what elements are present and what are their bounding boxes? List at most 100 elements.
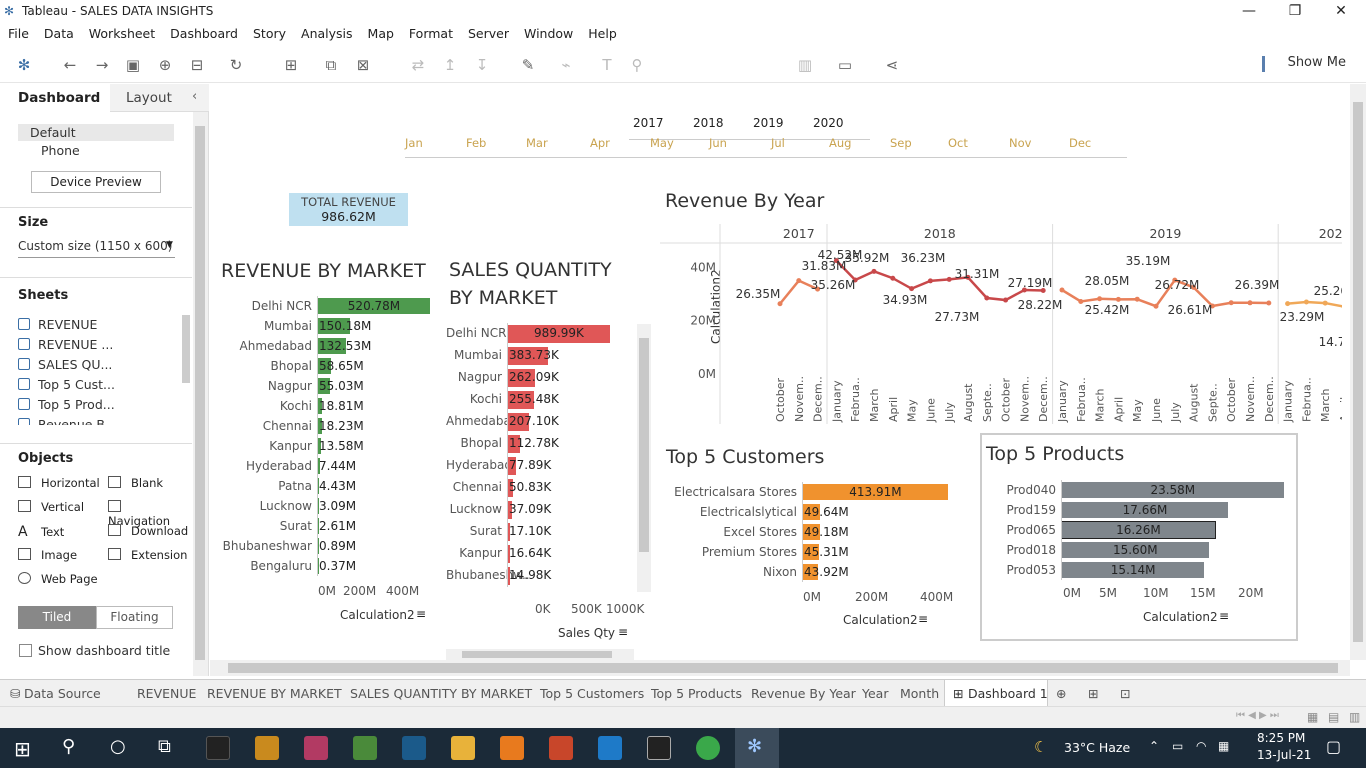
data-point[interactable] (1341, 304, 1347, 310)
tab-nav-icons[interactable]: ⏮ ◀ ▶ ⏭ (1236, 710, 1279, 721)
month-filter-item[interactable]: Jun (709, 136, 727, 150)
new-worksheet-icon[interactable]: ⊞ (281, 55, 301, 75)
sort-icon[interactable]: ≡ (918, 612, 928, 626)
month-filter-item[interactable]: Dec (1069, 136, 1091, 150)
device-default[interactable]: Default (30, 125, 76, 140)
show-cards-icon[interactable]: ▥ (795, 55, 815, 75)
month-filter-item[interactable]: Aug (829, 136, 851, 150)
task-view-icon[interactable]: ⧉ (158, 736, 171, 757)
data-point[interactable] (1134, 296, 1140, 302)
collapse-pane-icon[interactable]: ‹ (192, 89, 197, 104)
close-icon[interactable]: ✕ (1318, 0, 1364, 22)
tableau-home-icon[interactable]: ✻ (14, 55, 34, 75)
dashboard-vscroll[interactable] (1350, 84, 1366, 660)
data-point[interactable] (946, 276, 952, 282)
data-point[interactable] (1228, 300, 1234, 306)
data-point[interactable] (1285, 301, 1291, 307)
tableau-taskbar-icon[interactable]: ✻ (747, 736, 762, 757)
sheet-item[interactable]: REVENUE (18, 317, 183, 337)
tab-revenue[interactable]: REVENUE (137, 686, 196, 701)
object-vertical[interactable]: Vertical (18, 500, 84, 514)
new-data-source-icon[interactable]: ⊕ (155, 55, 175, 75)
month-filter-item[interactable]: Jan (405, 136, 423, 150)
sheet-sorter-icon[interactable]: ▦ (1307, 710, 1318, 724)
chrome-icon[interactable] (696, 736, 720, 760)
tab-sales-quantity-by-market[interactable]: SALES QUANTITY BY MARKET (350, 686, 532, 701)
tab-year[interactable]: Year (862, 686, 888, 701)
tab-revenue-by-year[interactable]: Revenue By Year (751, 686, 856, 701)
data-point[interactable] (777, 301, 783, 307)
data-point[interactable] (927, 278, 933, 284)
month-filter-item[interactable]: Mar (526, 136, 548, 150)
data-point[interactable] (1115, 296, 1121, 302)
year-filter-item[interactable]: 2019 (753, 116, 784, 130)
device-phone[interactable]: Phone (41, 143, 80, 158)
aw-icon[interactable] (647, 736, 671, 760)
battery-icon[interactable]: ▭ (1172, 739, 1183, 753)
data-point[interactable] (909, 286, 915, 292)
keyboard-icon[interactable]: ▦ (1218, 739, 1229, 753)
menu-file[interactable]: File (8, 23, 29, 41)
menu-analysis[interactable]: Analysis (301, 23, 353, 41)
steam-icon[interactable] (402, 736, 426, 760)
object-web-page[interactable]: Web Page (18, 572, 98, 586)
menu-dashboard[interactable]: Dashboard (170, 23, 238, 41)
file-explorer-icon[interactable] (451, 736, 475, 760)
data-point[interactable] (1078, 298, 1084, 304)
presentation-mode-icon[interactable]: ▭ (835, 55, 855, 75)
restore-icon[interactable]: ❐ (1272, 0, 1318, 22)
notifications-icon[interactable]: ▢ (1326, 737, 1341, 756)
powerpoint-icon[interactable] (549, 736, 573, 760)
windows-start-icon[interactable]: ⊞ (14, 737, 31, 761)
search-icon[interactable]: ⚲ (62, 736, 75, 757)
month-filter-item[interactable]: Feb (466, 136, 486, 150)
tab-dashboard[interactable]: Dashboard (18, 90, 100, 106)
highlight-icon[interactable]: ✎ (518, 55, 538, 75)
data-point[interactable] (890, 275, 896, 281)
data-point[interactable] (1153, 303, 1159, 309)
data-point[interactable] (1059, 287, 1065, 293)
tab-top-5-products[interactable]: Top 5 Products (651, 686, 742, 701)
tabs-view-icon[interactable]: ▥ (1349, 710, 1360, 724)
left-pane-scrollbar[interactable] (193, 112, 208, 676)
month-filter-item[interactable]: Jul (771, 136, 785, 150)
tray-chevron-icon[interactable]: ⌃ (1149, 739, 1159, 753)
tiled-button[interactable]: Tiled (18, 606, 96, 629)
menu-worksheet[interactable]: Worksheet (89, 23, 155, 41)
year-filter-item[interactable]: 2017 (633, 116, 664, 130)
menu-format[interactable]: Format (409, 23, 453, 41)
tab-data-source[interactable]: Data Source (24, 686, 101, 701)
sort-ascending-icon[interactable]: ↥ (440, 55, 460, 75)
valorant-icon[interactable] (304, 736, 328, 760)
dashboard-hscroll[interactable] (210, 660, 1350, 676)
month-filter-item[interactable]: Apr (590, 136, 610, 150)
sheet-item[interactable]: Top 5 Cust... (18, 377, 183, 397)
object-horizontal[interactable]: Horizontal (18, 476, 100, 490)
data-point[interactable] (1322, 300, 1328, 306)
device-preview-button[interactable]: Device Preview (31, 171, 161, 193)
sheet-item[interactable]: Revenue B... (18, 417, 183, 425)
undo-icon[interactable]: ← (60, 55, 80, 75)
show-title-checkbox[interactable] (19, 644, 32, 657)
minimize-icon[interactable]: — (1226, 0, 1272, 22)
pin-icon[interactable]: ⚲ (627, 55, 647, 75)
data-point[interactable] (1097, 296, 1103, 302)
data-point[interactable] (1247, 300, 1253, 306)
counter-strike-icon[interactable] (255, 736, 279, 760)
pause-updates-icon[interactable]: ⊟ (187, 55, 207, 75)
gta-icon[interactable] (353, 736, 377, 760)
sort-icon[interactable]: ≡ (416, 607, 426, 621)
tab-dashboard-1[interactable]: Dashboard 1 (968, 686, 1048, 701)
epic-games-icon[interactable] (206, 736, 230, 760)
new-dashboard-tab-icon[interactable]: ⊞ (1088, 686, 1098, 701)
clock-date[interactable]: 13-Jul-21 (1257, 748, 1311, 762)
data-point[interactable] (1003, 297, 1009, 303)
month-filter-item[interactable]: Oct (948, 136, 968, 150)
vscode-icon[interactable] (598, 736, 622, 760)
refresh-icon[interactable]: ↻ (226, 55, 246, 75)
menu-story[interactable]: Story (253, 23, 286, 41)
swap-icon[interactable]: ⇄ (408, 55, 428, 75)
data-point[interactable] (796, 278, 802, 284)
share-icon[interactable]: ⋖ (882, 55, 902, 75)
year-filter-item[interactable]: 2020 (813, 116, 844, 130)
